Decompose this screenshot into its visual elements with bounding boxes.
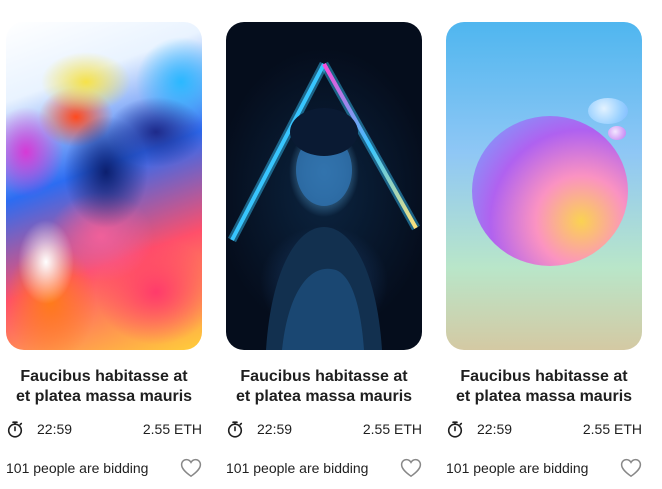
- nft-artwork-gradient-bubbles[interactable]: [446, 22, 642, 350]
- auction-time-remaining: 22:59: [477, 421, 513, 437]
- nft-price: 2.55 ETH: [582, 421, 642, 437]
- large-gradient-sphere: [472, 116, 628, 266]
- stopwatch-icon: [226, 420, 244, 438]
- auction-meta: 22:59 2.55 ETH: [446, 419, 642, 439]
- tiny-bubble: [608, 126, 626, 140]
- stopwatch-icon: [446, 420, 464, 438]
- heart-icon[interactable]: [400, 458, 422, 478]
- nft-price: 2.55 ETH: [362, 421, 422, 437]
- auction-time-remaining: 22:59: [37, 421, 73, 437]
- nft-title: Faucibus habitasse at et platea massa ma…: [226, 367, 422, 407]
- nft-title-line-2: et platea massa mauris: [455, 388, 633, 405]
- stopwatch-icon: [6, 420, 24, 438]
- nft-card[interactable]: Faucibus habitasse at et platea massa ma…: [226, 22, 422, 478]
- nft-artwork-abstract-paint[interactable]: [6, 22, 202, 350]
- nft-title: Faucibus habitasse at et platea massa ma…: [446, 367, 642, 407]
- heart-icon[interactable]: [620, 458, 642, 478]
- nft-artwork-neon-portrait[interactable]: [226, 22, 422, 350]
- nft-card[interactable]: Faucibus habitasse at et platea massa ma…: [6, 22, 202, 478]
- auction-meta: 22:59 2.55 ETH: [6, 419, 202, 439]
- nft-title: Faucibus habitasse at et platea massa ma…: [6, 367, 202, 407]
- nft-card-grid: Faucibus habitasse at et platea massa ma…: [0, 0, 662, 489]
- auction-meta: 22:59 2.55 ETH: [226, 419, 422, 439]
- nft-card[interactable]: Faucibus habitasse at et platea massa ma…: [446, 22, 642, 478]
- small-bubble: [588, 98, 628, 124]
- neon-triangle-graphic: [228, 61, 420, 350]
- bidding-row: 101 people are bidding: [446, 458, 642, 478]
- bidding-count: 101 people are bidding: [446, 460, 589, 476]
- bidding-count: 101 people are bidding: [6, 460, 149, 476]
- bidding-row: 101 people are bidding: [226, 458, 422, 478]
- nft-title-line-2: et platea massa mauris: [15, 388, 193, 405]
- bidding-row: 101 people are bidding: [6, 458, 202, 478]
- nft-title-line-2: et platea massa mauris: [235, 388, 413, 405]
- nft-price: 2.55 ETH: [142, 421, 202, 437]
- auction-time-remaining: 22:59: [257, 421, 293, 437]
- bidding-count: 101 people are bidding: [226, 460, 369, 476]
- nft-title-line-1: Faucibus habitasse at: [460, 368, 628, 385]
- nft-title-line-1: Faucibus habitasse at: [240, 368, 408, 385]
- nft-title-line-1: Faucibus habitasse at: [20, 368, 188, 385]
- heart-icon[interactable]: [180, 458, 202, 478]
